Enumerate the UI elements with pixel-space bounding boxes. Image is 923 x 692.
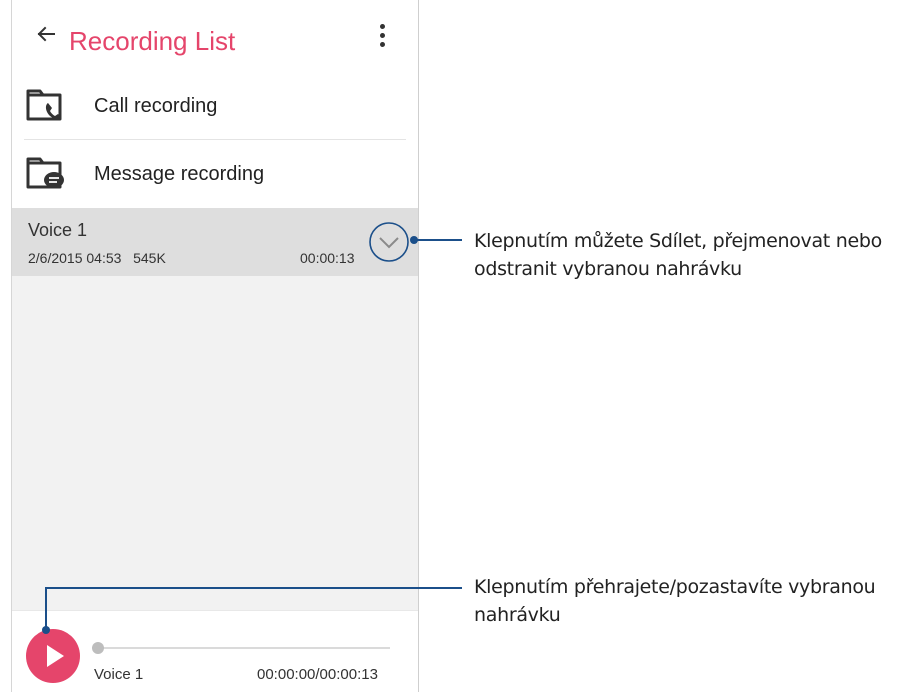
folder-call-recording[interactable]: Call recording	[12, 72, 418, 140]
chevron-down-icon[interactable]	[368, 221, 410, 263]
app-bar: Recording List	[12, 0, 418, 72]
callout-text-line: nahrávku	[474, 604, 561, 626]
page-title: Recording List	[69, 26, 236, 56]
folder-message-recording[interactable]: Message recording	[12, 140, 418, 208]
callout-play: Klepnutím přehrajete/pozastavíte vybrano…	[474, 573, 876, 629]
play-icon	[47, 645, 64, 667]
seek-bar[interactable]	[94, 647, 390, 649]
play-button[interactable]	[26, 629, 80, 683]
more-vert-icon[interactable]	[376, 24, 388, 52]
player-time: 00:00:00/00:00:13	[257, 666, 378, 683]
recording-duration: 00:00:13	[300, 250, 355, 266]
folder-label: Message recording	[94, 163, 265, 185]
recording-meta: 2/6/2015 04:53 545K	[28, 250, 166, 266]
callout-text-line: Klepnutím přehrajete/pozastavíte vybrano…	[474, 576, 876, 598]
player-track-name: Voice 1	[94, 666, 144, 683]
callout-text-line: odstranit vybranou nahrávku	[474, 258, 742, 280]
arrow-left-icon[interactable]	[34, 22, 58, 46]
recording-title: Voice 1	[28, 220, 88, 240]
recording-list-item[interactable]: Voice 1 2/6/2015 04:53 545K 00:00:13	[12, 208, 418, 276]
message-recording-folder-icon	[26, 157, 64, 189]
phone-screen: Recording List Call recording Message re…	[11, 0, 419, 692]
player-bar: Voice 1 00:00:00/00:00:13	[12, 610, 418, 692]
folder-label: Call recording	[94, 95, 218, 117]
callout-text-line: Klepnutím můžete Sdílet, přejmenovat neb…	[474, 230, 882, 252]
call-recording-folder-icon	[26, 89, 62, 121]
recording-size: 545K	[133, 250, 166, 266]
callout-expand: Klepnutím můžete Sdílet, přejmenovat neb…	[474, 227, 882, 283]
recording-date: 2/6/2015 04:53	[28, 250, 122, 266]
seek-thumb[interactable]	[92, 642, 104, 654]
